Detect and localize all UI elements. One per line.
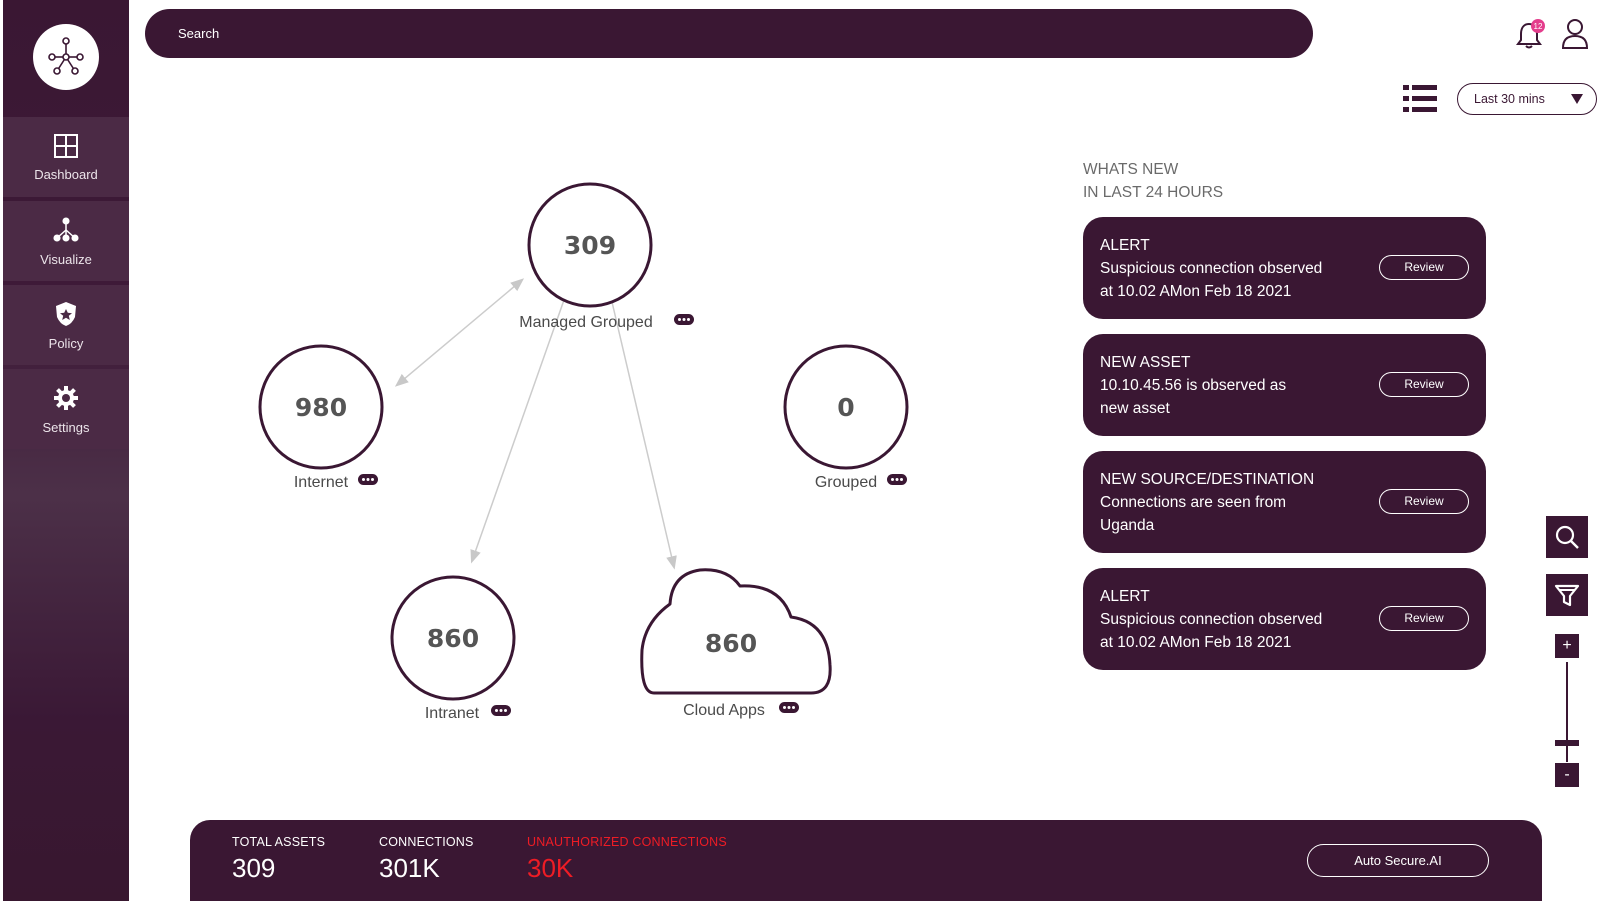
filter-button[interactable] bbox=[1546, 574, 1588, 616]
node-label: Intranet bbox=[425, 705, 480, 722]
node-value: 860 bbox=[705, 629, 757, 658]
more-icon[interactable] bbox=[887, 474, 907, 485]
graph-node-intranet[interactable]: 860 bbox=[390, 575, 516, 701]
card-line: 10.10.45.56 is observed as bbox=[1100, 377, 1287, 394]
whats-new-title: WHATS NEW IN LAST 24 HOURS bbox=[1083, 158, 1223, 204]
more-icon[interactable] bbox=[674, 314, 694, 325]
node-label: Cloud Apps bbox=[683, 702, 765, 719]
whats-new-title-line1: WHATS NEW bbox=[1083, 161, 1179, 178]
zoom-out-button[interactable]: - bbox=[1555, 763, 1579, 787]
node-value: 309 bbox=[564, 231, 616, 260]
graph-node-grouped[interactable]: 0 bbox=[783, 344, 909, 470]
whats-new-card: ALERT Suspicious connection observed at … bbox=[1083, 568, 1486, 670]
node-label: Grouped bbox=[815, 474, 877, 491]
stat-connections: CONNECTIONS 301K bbox=[379, 835, 474, 884]
card-line: Uganda bbox=[1100, 517, 1155, 534]
card-type: NEW ASSET bbox=[1100, 354, 1191, 371]
filter-icon bbox=[1554, 584, 1580, 607]
edge-managed-internet bbox=[394, 278, 525, 387]
zoom-slider-thumb[interactable] bbox=[1555, 740, 1579, 746]
stat-value: 301K bbox=[379, 853, 440, 883]
app-root: Dashboard Visualize Policy Settings Sear… bbox=[0, 0, 1606, 901]
stat-unauthorized: UNAUTHORIZED CONNECTIONS 30K bbox=[527, 835, 727, 884]
search-icon bbox=[1555, 525, 1579, 549]
review-button[interactable]: Review bbox=[1379, 372, 1469, 397]
whats-new-card: ALERT Suspicious connection observed at … bbox=[1083, 217, 1486, 319]
node-label: Managed Grouped bbox=[519, 314, 652, 331]
graph-node-managed[interactable]: 309 bbox=[527, 182, 653, 308]
stat-label: UNAUTHORIZED CONNECTIONS bbox=[527, 835, 727, 849]
stats-bar: TOTAL ASSETS 309 CONNECTIONS 301K UNAUTH… bbox=[190, 820, 1542, 901]
whats-new-card: NEW SOURCE/DESTINATION Connections are s… bbox=[1083, 451, 1486, 553]
stat-total-assets: TOTAL ASSETS 309 bbox=[232, 835, 325, 884]
graph-node-internet[interactable]: 980 bbox=[258, 344, 384, 470]
stat-label: TOTAL ASSETS bbox=[232, 835, 326, 849]
list-view-icon[interactable] bbox=[1403, 84, 1437, 114]
node-label: Internet bbox=[294, 474, 349, 491]
graph-node-cloud[interactable]: 860 bbox=[640, 568, 832, 695]
notification-badge: 12 bbox=[1531, 19, 1545, 33]
network-graph: 309 Managed Grouped 980 Internet 0 Group… bbox=[258, 182, 909, 722]
card-line: at 10.02 AMon Feb 18 2021 bbox=[1100, 283, 1292, 300]
user-icon[interactable] bbox=[1561, 18, 1589, 50]
stat-label: CONNECTIONS bbox=[379, 835, 474, 849]
zoom-in-button[interactable]: + bbox=[1555, 634, 1579, 658]
card-line: Suspicious connection observed bbox=[1100, 260, 1323, 277]
zoom-slider-track[interactable] bbox=[1566, 662, 1568, 762]
edge-managed-cloud bbox=[611, 301, 677, 570]
auto-secure-button[interactable]: Auto Secure.AI bbox=[1307, 844, 1489, 877]
review-button[interactable]: Review bbox=[1379, 255, 1469, 280]
time-range-value: Last 30 mins bbox=[1474, 92, 1545, 106]
search-button[interactable] bbox=[1546, 516, 1588, 558]
card-line: at 10.02 AMon Feb 18 2021 bbox=[1100, 634, 1292, 651]
whats-new-title-line2: IN LAST 24 HOURS bbox=[1083, 184, 1224, 201]
more-icon[interactable] bbox=[779, 702, 799, 713]
node-value: 980 bbox=[295, 393, 347, 422]
card-line: new asset bbox=[1100, 400, 1170, 417]
review-button[interactable]: Review bbox=[1379, 489, 1469, 514]
card-type: ALERT bbox=[1100, 237, 1150, 254]
card-line: Connections are seen from bbox=[1100, 494, 1287, 511]
node-value: 860 bbox=[427, 624, 479, 653]
card-line: Suspicious connection observed bbox=[1100, 611, 1323, 628]
chevron-down-icon bbox=[1571, 94, 1583, 104]
more-icon[interactable] bbox=[491, 705, 511, 716]
card-type: ALERT bbox=[1100, 588, 1150, 605]
card-type: NEW SOURCE/DESTINATION bbox=[1100, 471, 1315, 488]
node-value: 0 bbox=[837, 393, 854, 422]
review-button[interactable]: Review bbox=[1379, 606, 1469, 631]
stat-value: 309 bbox=[232, 853, 276, 883]
stat-value: 30K bbox=[527, 853, 574, 883]
more-icon[interactable] bbox=[358, 474, 378, 485]
whats-new-card: NEW ASSET 10.10.45.56 is observed as new… bbox=[1083, 334, 1486, 436]
time-range-select[interactable]: Last 30 mins bbox=[1457, 83, 1597, 115]
edge-managed-intranet bbox=[470, 299, 565, 564]
